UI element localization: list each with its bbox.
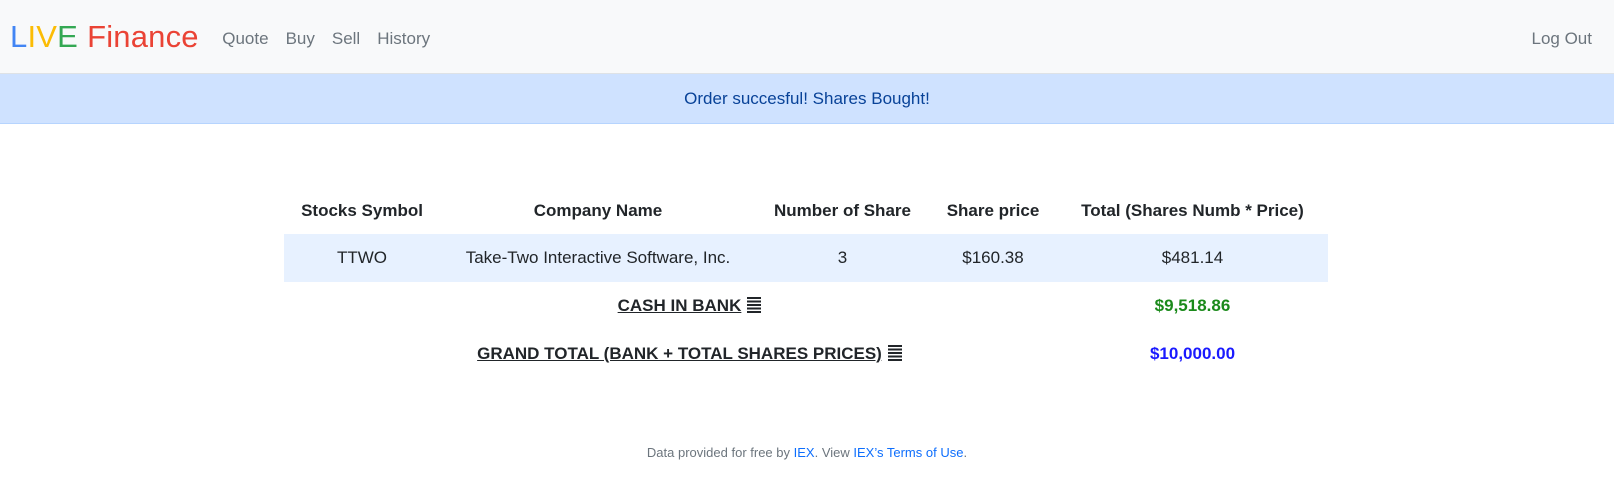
grand-total-row: GRAND TOTAL (BANK + TOTAL SHARES PRICES)… (284, 330, 1328, 378)
brand-word: Finance (87, 18, 199, 54)
cash-row: CASH IN BANK $9,518.86 (284, 282, 1328, 330)
table-header-row: Stocks Symbol Company Name Number of Sha… (284, 188, 1328, 234)
header-total: Total (Shares Numb * Price) (1081, 201, 1304, 220)
header-price: Share price (946, 201, 1040, 220)
cash-label: CASH IN BANK (617, 296, 742, 315)
footer-middle: . View (814, 445, 854, 460)
brand-letter-l: L (10, 18, 28, 54)
holdings-table: Stocks Symbol Company Name Number of Sha… (284, 188, 1328, 378)
footer: Data provided for free by IEX. View IEX’… (0, 445, 1614, 460)
alert-message: Order succesful! Shares Bought! (684, 88, 930, 108)
footer-prefix: Data provided for free by (646, 445, 794, 460)
bars-icon (887, 345, 902, 361)
brand-letter-e: E (57, 18, 79, 54)
nav-link-sell[interactable]: Sell (323, 29, 368, 49)
top-navbar: L I V E Finance Quote Buy Sell History Log O… (0, 0, 1614, 74)
nav-link-buy[interactable]: Buy (277, 29, 323, 49)
main-content: Stocks Symbol Company Name Number of Sha… (0, 124, 1614, 497)
cell-price: $160.38 (929, 234, 1057, 282)
footer-suffix: . (963, 445, 968, 460)
header-shares: Number of Share (774, 201, 911, 220)
brand-letter-i: I (27, 18, 37, 54)
grand-total-value: $10,000.00 (1149, 344, 1236, 363)
cash-value: $9,518.86 (1154, 296, 1231, 315)
logout-link[interactable]: Log Out (1532, 29, 1593, 49)
nav-link-quote[interactable]: Quote (214, 29, 277, 49)
nav-link-history[interactable]: History (369, 29, 439, 49)
header-symbol: Stocks Symbol (301, 201, 423, 220)
cell-company: Take-Two Interactive Software, Inc. (440, 234, 756, 282)
brand-letter-v: V (36, 18, 58, 54)
cell-shares: 3 (756, 234, 929, 282)
brand-logo[interactable]: L I V E Finance (10, 19, 199, 55)
table-row: TTWO Take-Two Interactive Software, Inc.… (284, 234, 1328, 282)
cell-symbol: TTWO (284, 234, 440, 282)
cell-total: $481.14 (1057, 234, 1328, 282)
nav-right: Log Out (1532, 0, 1593, 74)
nav-links: Quote Buy Sell History (214, 25, 439, 49)
header-company: Company Name (533, 201, 663, 220)
grand-total-label-cell: GRAND TOTAL (BANK + TOTAL SHARES PRICES) (440, 330, 1057, 378)
bars-icon (747, 297, 762, 313)
iex-link[interactable]: IEX (794, 445, 815, 460)
cash-label-cell: CASH IN BANK (440, 282, 1057, 330)
success-alert: Order succesful! Shares Bought! (0, 74, 1614, 124)
grand-total-label: GRAND TOTAL (BANK + TOTAL SHARES PRICES) (477, 344, 882, 363)
iex-terms-link[interactable]: IEX’s Terms of Use (853, 445, 963, 460)
